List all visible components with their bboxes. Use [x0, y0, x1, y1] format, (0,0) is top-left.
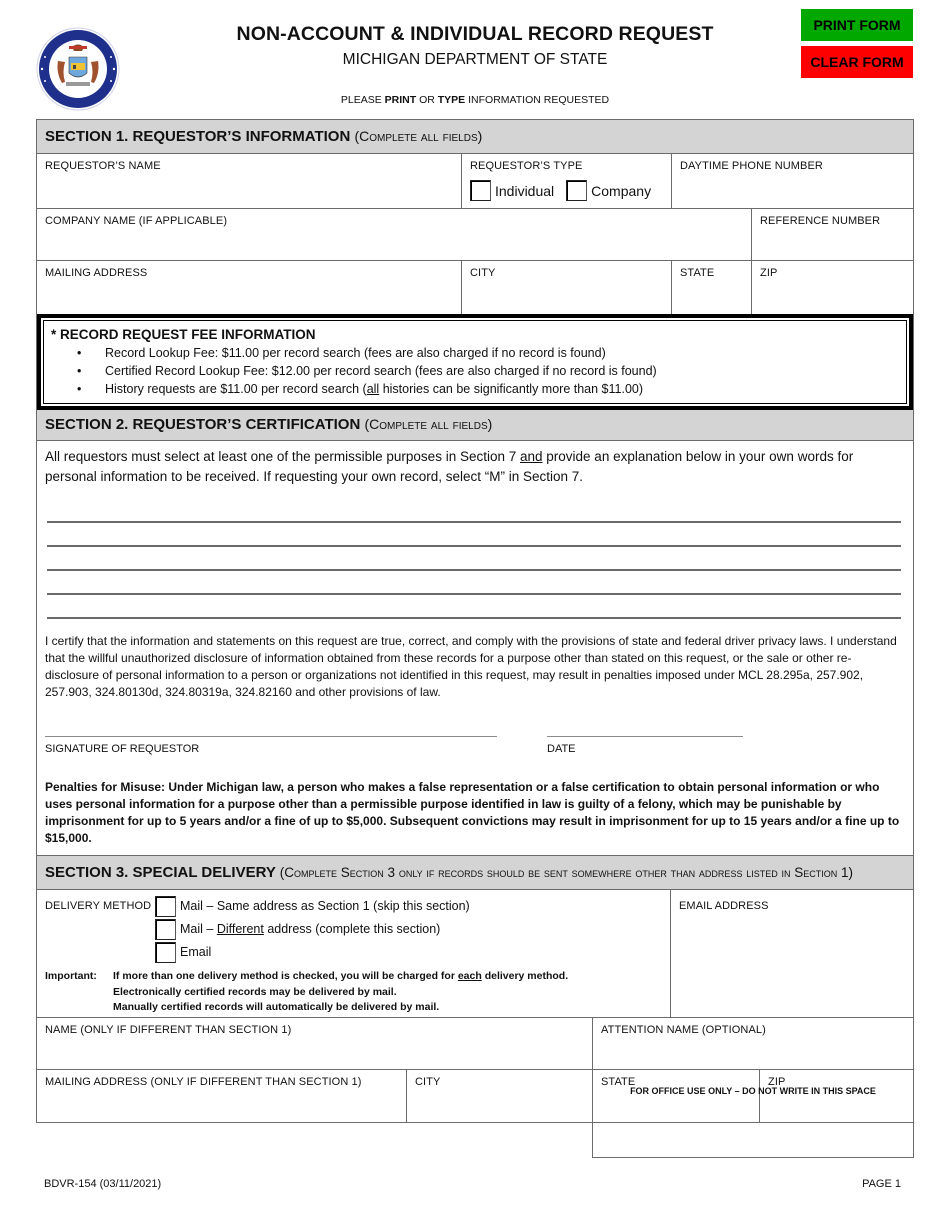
- delivery-name-field[interactable]: NAME (ONLY IF DIFFERENT THAN SECTION 1): [37, 1018, 593, 1069]
- delivery-city-field[interactable]: CITY: [407, 1070, 593, 1122]
- city-label: CITY: [470, 267, 496, 279]
- state-label: STATE: [680, 267, 715, 279]
- delivery-city-label: CITY: [415, 1076, 441, 1088]
- daytime-phone-field[interactable]: DAYTIME PHONE NUMBER: [672, 154, 913, 208]
- section1-title: SECTION 1. REQUESTOR’S INFORMATION: [45, 128, 351, 145]
- company-label: Company: [591, 182, 652, 199]
- office-use-box: FOR OFFICE USE ONLY – DO NOT WRITE IN TH…: [592, 1079, 914, 1158]
- explanation-line[interactable]: [47, 547, 901, 571]
- fee-information-box: * RECORD REQUEST FEE INFORMATION Record …: [37, 314, 913, 410]
- delivery-mailing-address-field[interactable]: MAILING ADDRESS (ONLY IF DIFFERENT THAN …: [37, 1070, 407, 1122]
- explanation-line[interactable]: [47, 499, 901, 523]
- explanation-lines[interactable]: [45, 499, 905, 619]
- date-field[interactable]: DATE: [547, 725, 743, 759]
- important-notice: Important: If more than one delivery meth…: [45, 970, 569, 1013]
- reference-number-label: REFERENCE NUMBER: [760, 215, 881, 227]
- reference-number-field[interactable]: REFERENCE NUMBER: [752, 209, 913, 260]
- section2-body: All requestors must select at least one …: [37, 441, 913, 856]
- explanation-line[interactable]: [47, 595, 901, 619]
- state-field[interactable]: STATE: [672, 261, 752, 314]
- email-address-label: EMAIL ADDRESS: [679, 900, 769, 912]
- zip-label: ZIP: [760, 267, 778, 279]
- clear-form-button[interactable]: CLEAR FORM: [801, 46, 913, 78]
- requestor-type-label: REQUESTOR’S TYPE: [470, 160, 583, 172]
- individual-checkbox[interactable]: [470, 180, 491, 201]
- page-number: PAGE 1: [862, 1178, 901, 1190]
- form-id: BDVR-154 (03/11/2021): [44, 1178, 162, 1190]
- fee-info-title: * RECORD REQUEST FEE INFORMATION: [51, 327, 316, 342]
- mail-different-address-label: Mail – Different address (complete this …: [180, 921, 441, 936]
- individual-label: Individual: [495, 182, 555, 199]
- fee-item: History requests are $11.00 per record s…: [77, 380, 899, 398]
- section1-header: SECTION 1. REQUESTOR’S INFORMATION (Comp…: [37, 120, 913, 154]
- delivery-name-label: NAME (ONLY IF DIFFERENT THAN SECTION 1): [45, 1024, 292, 1036]
- delivery-mailing-address-label: MAILING ADDRESS (ONLY IF DIFFERENT THAN …: [45, 1076, 362, 1088]
- email-label: Email: [180, 944, 212, 959]
- section2-subtitle: (Complete all fields): [364, 416, 493, 432]
- certification-statement: I certify that the information and state…: [45, 634, 897, 699]
- office-use-label: FOR OFFICE USE ONLY – DO NOT WRITE IN TH…: [630, 1086, 876, 1096]
- mailing-address-label: MAILING ADDRESS: [45, 267, 148, 279]
- fee-item: Record Lookup Fee: $11.00 per record sea…: [77, 344, 899, 362]
- company-name-field[interactable]: COMPANY NAME (IF APPLICABLE): [37, 209, 752, 260]
- email-checkbox[interactable]: [155, 942, 176, 963]
- explanation-line[interactable]: [47, 523, 901, 547]
- print-instruction: PLEASE PRINT OR TYPE INFORMATION REQUEST…: [340, 94, 610, 106]
- daytime-phone-label: DAYTIME PHONE NUMBER: [680, 160, 823, 172]
- delivery-method-field: DELIVERY METHOD Mail – Same address as S…: [37, 890, 671, 1017]
- date-label: DATE: [547, 743, 576, 755]
- fee-list: Record Lookup Fee: $11.00 per record sea…: [51, 344, 899, 398]
- signature-label: SIGNATURE OF REQUESTOR: [45, 743, 200, 755]
- company-name-label: COMPANY NAME (IF APPLICABLE): [45, 215, 228, 227]
- attention-name-label: ATTENTION NAME (OPTIONAL): [601, 1024, 766, 1036]
- print-form-button[interactable]: PRINT FORM: [801, 9, 913, 41]
- section2-intro: All requestors must select at least one …: [45, 449, 854, 484]
- city-field[interactable]: CITY: [462, 261, 672, 314]
- zip-field[interactable]: ZIP: [752, 261, 913, 314]
- fee-item: Certified Record Lookup Fee: $12.00 per …: [77, 362, 899, 380]
- attention-name-field[interactable]: ATTENTION NAME (OPTIONAL): [593, 1018, 913, 1069]
- company-checkbox[interactable]: [566, 180, 588, 201]
- requestor-type-field: REQUESTOR’S TYPE Individual Company: [462, 154, 672, 208]
- mail-different-address-checkbox[interactable]: [155, 919, 176, 940]
- mailing-address-field[interactable]: MAILING ADDRESS: [37, 261, 462, 314]
- delivery-method-label: DELIVERY METHOD: [45, 900, 152, 912]
- section3-subtitle: (Complete Section 3 only if records shou…: [279, 865, 853, 880]
- requestor-name-field[interactable]: REQUESTOR’S NAME: [37, 154, 462, 208]
- section1-subtitle: (Complete all fields): [354, 128, 483, 144]
- penalties-notice: Penalties for Misuse: Under Michigan law…: [45, 780, 900, 845]
- signature-field[interactable]: SIGNATURE OF REQUESTOR: [45, 725, 497, 759]
- section2-header: SECTION 2. REQUESTOR’S CERTIFICATION (Co…: [37, 410, 913, 441]
- explanation-line[interactable]: [47, 571, 901, 595]
- mail-same-address-label: Mail – Same address as Section 1 (skip t…: [180, 898, 470, 913]
- section2-title: SECTION 2. REQUESTOR’S CERTIFICATION: [45, 416, 361, 433]
- section3-header: SECTION 3. SPECIAL DELIVERY (Complete Se…: [37, 856, 913, 890]
- form-body: SECTION 1. REQUESTOR’S INFORMATION (Comp…: [36, 119, 914, 1123]
- section3-title: SECTION 3. SPECIAL DELIVERY: [45, 864, 276, 881]
- mail-same-address-checkbox[interactable]: [155, 896, 176, 917]
- email-address-field[interactable]: EMAIL ADDRESS: [671, 890, 913, 1017]
- requestor-name-label: REQUESTOR’S NAME: [45, 160, 161, 172]
